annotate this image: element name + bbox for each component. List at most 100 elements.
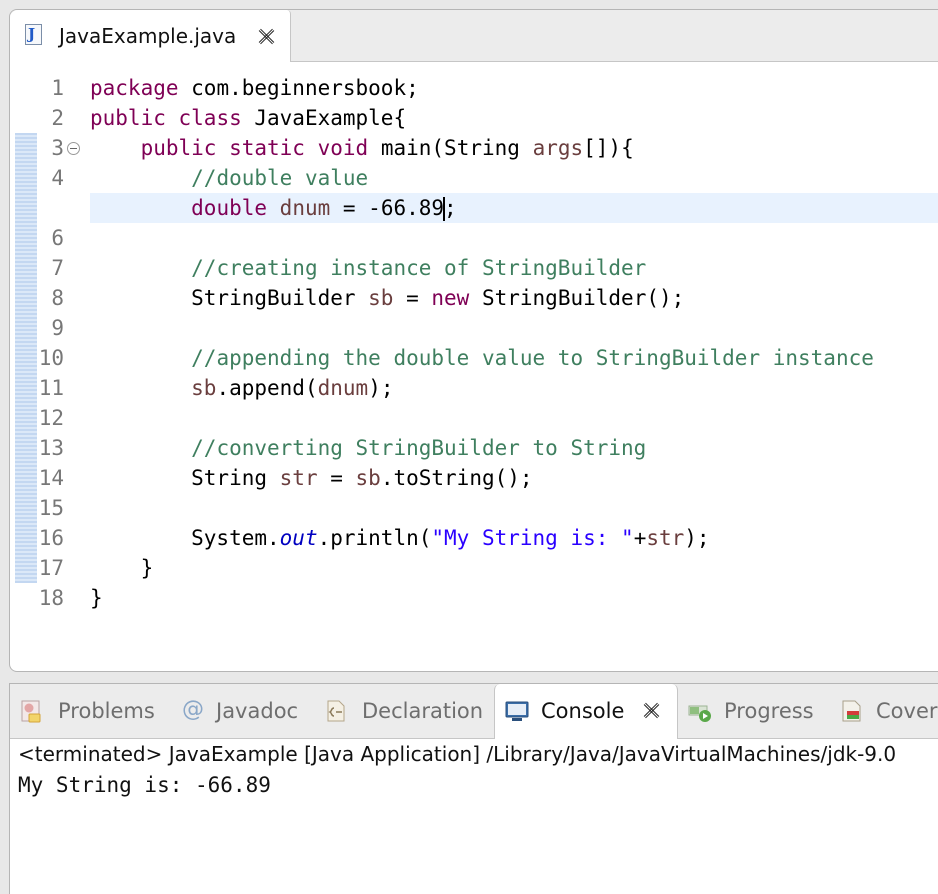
line-number: 15 [38,496,64,520]
code-text: sb.append(dnum); [90,373,393,403]
code-token-kw: new [431,286,470,310]
code-line[interactable]: 9 [10,313,938,343]
code-token-cm: //converting StringBuilder to String [191,436,647,460]
code-token-kw: package [90,76,179,100]
panel-tab-bar: Problems @ Javadoc Declaration Console P… [10,684,938,739]
line-number: 1 [51,76,64,100]
code-text: //double value [90,163,368,193]
coverage-icon [842,700,861,722]
code-token: = -66.89 [330,196,445,220]
code-token: System. [90,526,280,550]
code-line[interactable]: 18} [10,583,938,613]
code-line[interactable]: 13 //converting StringBuilder to String [10,433,938,463]
tab-javadoc-label: Javadoc [216,699,299,723]
code-text: //appending the double value to StringBu… [90,343,874,373]
code-token-str: "My String is: " [431,526,634,550]
code-token-kw: void [317,136,369,160]
code-token-kw: double [191,196,268,220]
code-line[interactable]: 17 } [10,553,938,583]
code-token: + [633,526,647,550]
code-line[interactable]: 10 //appending the double value to Strin… [10,343,938,373]
code-token: JavaExample{ [241,106,407,130]
code-line[interactable]: 12 [10,403,938,433]
line-number: 7 [51,256,64,280]
code-token: = [393,286,432,310]
code-token-var: dnum [279,196,331,220]
line-number: 9 [51,316,64,340]
code-token-var: dnum [317,376,369,400]
code-token-kw: class [178,106,242,130]
code-token: ); [684,526,710,550]
editor-tab-javaexample[interactable]: J JavaExample.java [10,10,291,62]
code-line[interactable]: 5 double dnum = -66.89|; [90,193,938,223]
code-token-var: str [279,466,318,490]
code-text: } [90,553,154,583]
line-number: 18 [38,586,64,610]
code-line[interactable]: 3 public static void main(String args[])… [10,133,938,163]
code-line[interactable]: 4 //double value [10,163,938,193]
code-line[interactable]: 2 public class JavaExample{ [10,103,938,133]
code-token-cm: //double value [191,166,369,190]
code-line[interactable]: 15 [10,493,938,523]
console-output[interactable]: My String is: -66.89 [18,772,271,798]
editor-tab-bar: J JavaExample.java [10,10,938,62]
tab-declaration[interactable]: Declaration [310,684,494,738]
code-token: .toString(); [380,466,533,490]
code-token-cm: //appending the double value to StringBu… [191,346,874,370]
code-token: String [90,466,280,490]
console-status-line: <terminated> JavaExample [Java Applicati… [18,742,897,766]
code-token-var: sb [368,286,394,310]
code-token-kw: public [140,136,217,160]
code-token-var: args [532,136,584,160]
code-token: ); [368,376,394,400]
code-text: //converting StringBuilder to String [90,433,646,463]
code-line[interactable]: 14 String str = sb.toString(); [10,463,938,493]
close-icon[interactable] [643,702,660,719]
code-line[interactable]: 16 System.out.println("My String is: "+s… [10,523,938,553]
editor-tab-title: JavaExample.java [59,24,237,48]
code-token: com.beginnersbook; [178,76,419,100]
code-line[interactable]: 11 sb.append(dnum); [10,373,938,403]
tab-problems[interactable]: Problems [10,684,170,738]
tab-coverage[interactable]: Cover [828,684,938,738]
editor-pane: J JavaExample.java 1 package com.beginner… [9,9,938,672]
code-editor[interactable]: 1 package com.beginnersbook; 2 public class… [10,62,938,671]
close-icon[interactable] [258,28,275,45]
code-token: } [90,556,154,580]
code-line[interactable]: 1 package com.beginnersbook; [10,73,938,103]
tab-coverage-label: Cover [876,699,938,723]
code-token-var: str [646,526,685,550]
code-token: main(String [368,136,533,160]
line-number: 13 [38,436,64,460]
code-text: } [90,583,103,613]
tab-progress[interactable]: Progress [678,684,828,738]
progress-icon [688,705,711,722]
code-token-var: sb [355,466,381,490]
line-number: 10 [38,346,64,370]
line-number: 11 [38,376,64,400]
line-number: 2 [51,106,64,130]
tab-console[interactable]: Console [494,684,678,739]
code-line[interactable]: 6 [10,223,938,253]
code-token: = [317,466,356,490]
line-number: 3 [51,136,64,160]
fold-collapse-icon[interactable] [67,142,80,155]
tab-javadoc[interactable]: @ Javadoc [170,684,310,738]
code-token-kw: static [229,136,305,160]
line-number: 17 [38,556,64,580]
code-token-kw: public [90,106,166,130]
problems-icon [21,700,41,723]
code-line[interactable]: 8 StringBuilder sb = new StringBuilder()… [10,283,938,313]
console-icon [505,701,529,721]
code-token: StringBuilder(); [469,286,685,310]
code-line[interactable]: 7 //creating instance of StringBuilder [10,253,938,283]
